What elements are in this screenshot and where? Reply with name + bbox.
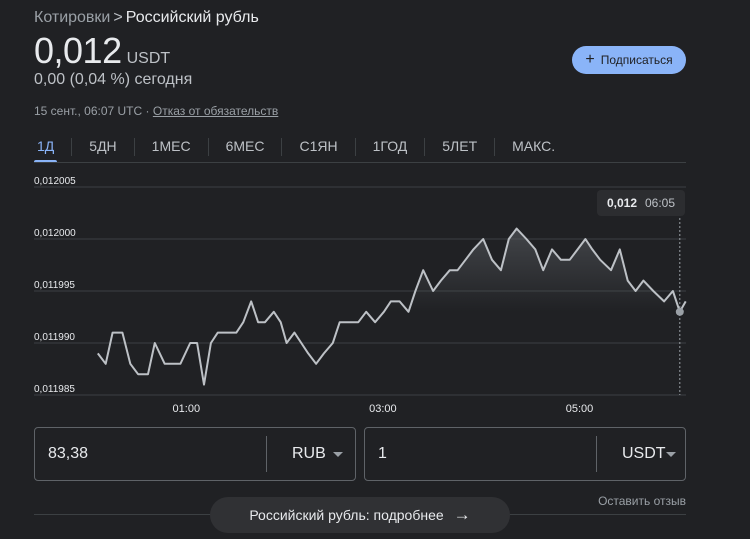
meta-separator: ·: [145, 104, 150, 118]
x-axis-labels: 01:00 03:00 05:00: [173, 403, 594, 415]
tab-range[interactable]: С1ЯН: [290, 133, 346, 161]
from-currency-select[interactable]: RUB: [267, 445, 355, 463]
to-amount-input[interactable]: 1: [365, 445, 596, 463]
converter-to: 1 USDT: [364, 427, 686, 481]
feedback-link[interactable]: Оставить отзыв: [598, 494, 686, 508]
plus-icon: +: [585, 51, 595, 68]
tab-separator: [354, 138, 356, 156]
dropdown-arrow-icon: [665, 451, 676, 457]
breadcrumb-separator: >: [113, 9, 123, 26]
price-block: 0,012 USDT: [34, 30, 170, 72]
y-axis-labels: 0,012005 0,012000 0,011995 0,011990 0,011985: [34, 176, 76, 395]
to-currency-select[interactable]: USDT: [597, 445, 685, 463]
price-unit: USDT: [126, 50, 171, 67]
hover-point: [675, 307, 684, 316]
subscribe-label: Подписаться: [600, 53, 673, 67]
tab-range[interactable]: 5ДН: [80, 133, 125, 161]
from-amount-input[interactable]: 83,38: [35, 445, 266, 463]
y-tick-label: 0,012005: [34, 176, 76, 187]
price-value: 0,012: [34, 30, 122, 71]
tab-range[interactable]: 1Д: [28, 133, 63, 163]
tab-separator: [281, 138, 283, 156]
tab-range[interactable]: 5ЛЕТ: [433, 133, 486, 161]
breadcrumb-quotes-link[interactable]: Котировки: [34, 9, 110, 26]
tab-range[interactable]: 1МЕС: [143, 133, 200, 161]
y-tick-label: 0,011990: [34, 332, 75, 343]
tooltip-value: 0,012: [606, 196, 637, 210]
tab-separator: [494, 138, 496, 156]
tab-range[interactable]: 6МЕС: [217, 133, 274, 161]
chart-tooltip: 0,012 06:05: [597, 190, 685, 216]
tab-separator: [424, 138, 426, 156]
breadcrumb-current: Российский рубль: [125, 9, 259, 26]
y-tick-label: 0,011995: [34, 280, 75, 291]
tab-separator: [133, 138, 135, 156]
tab-separator: [207, 138, 209, 156]
tabs-divider: [34, 162, 686, 163]
y-tick-label: 0,011985: [34, 384, 75, 395]
x-tick-label: 01:00: [173, 403, 201, 415]
breadcrumb: Котировки > Российский рубль: [34, 9, 259, 27]
tab-range[interactable]: 1ГОД: [364, 133, 417, 161]
disclaimer-link[interactable]: Отказ от обязательств: [153, 104, 278, 118]
tooltip-time: 06:05: [645, 196, 676, 210]
tab-range[interactable]: МАКС.: [503, 133, 564, 161]
more-details-label: Российский рубль: подробнее: [249, 507, 444, 523]
price-area-fill: [97, 228, 686, 312]
arrow-right-icon: →: [453, 505, 471, 524]
to-currency-label: USDT: [622, 445, 666, 462]
quote-timestamp: 15 сент., 06:07 UTC: [34, 104, 143, 118]
range-tabs: 1Д 5ДН 1МЕС 6МЕС С1ЯН 1ГОД 5ЛЕТ МАКС.: [28, 133, 564, 163]
converter-from: 83,38 RUB: [34, 427, 356, 481]
y-tick-label: 0,012000: [34, 228, 76, 239]
price-change: 0,00 (0,04 %) сегодня: [34, 71, 193, 88]
tab-separator: [71, 138, 73, 156]
subscribe-button[interactable]: + Подписаться: [572, 46, 686, 74]
from-currency-label: RUB: [292, 445, 326, 462]
x-tick-label: 03:00: [369, 403, 397, 415]
quote-meta: 15 сент., 06:07 UTC · Отказ от обязатель…: [34, 104, 278, 118]
x-tick-label: 05:00: [566, 403, 594, 415]
more-details-button[interactable]: Российский рубль: подробнее →: [210, 497, 510, 533]
dropdown-arrow-icon: [333, 451, 343, 457]
